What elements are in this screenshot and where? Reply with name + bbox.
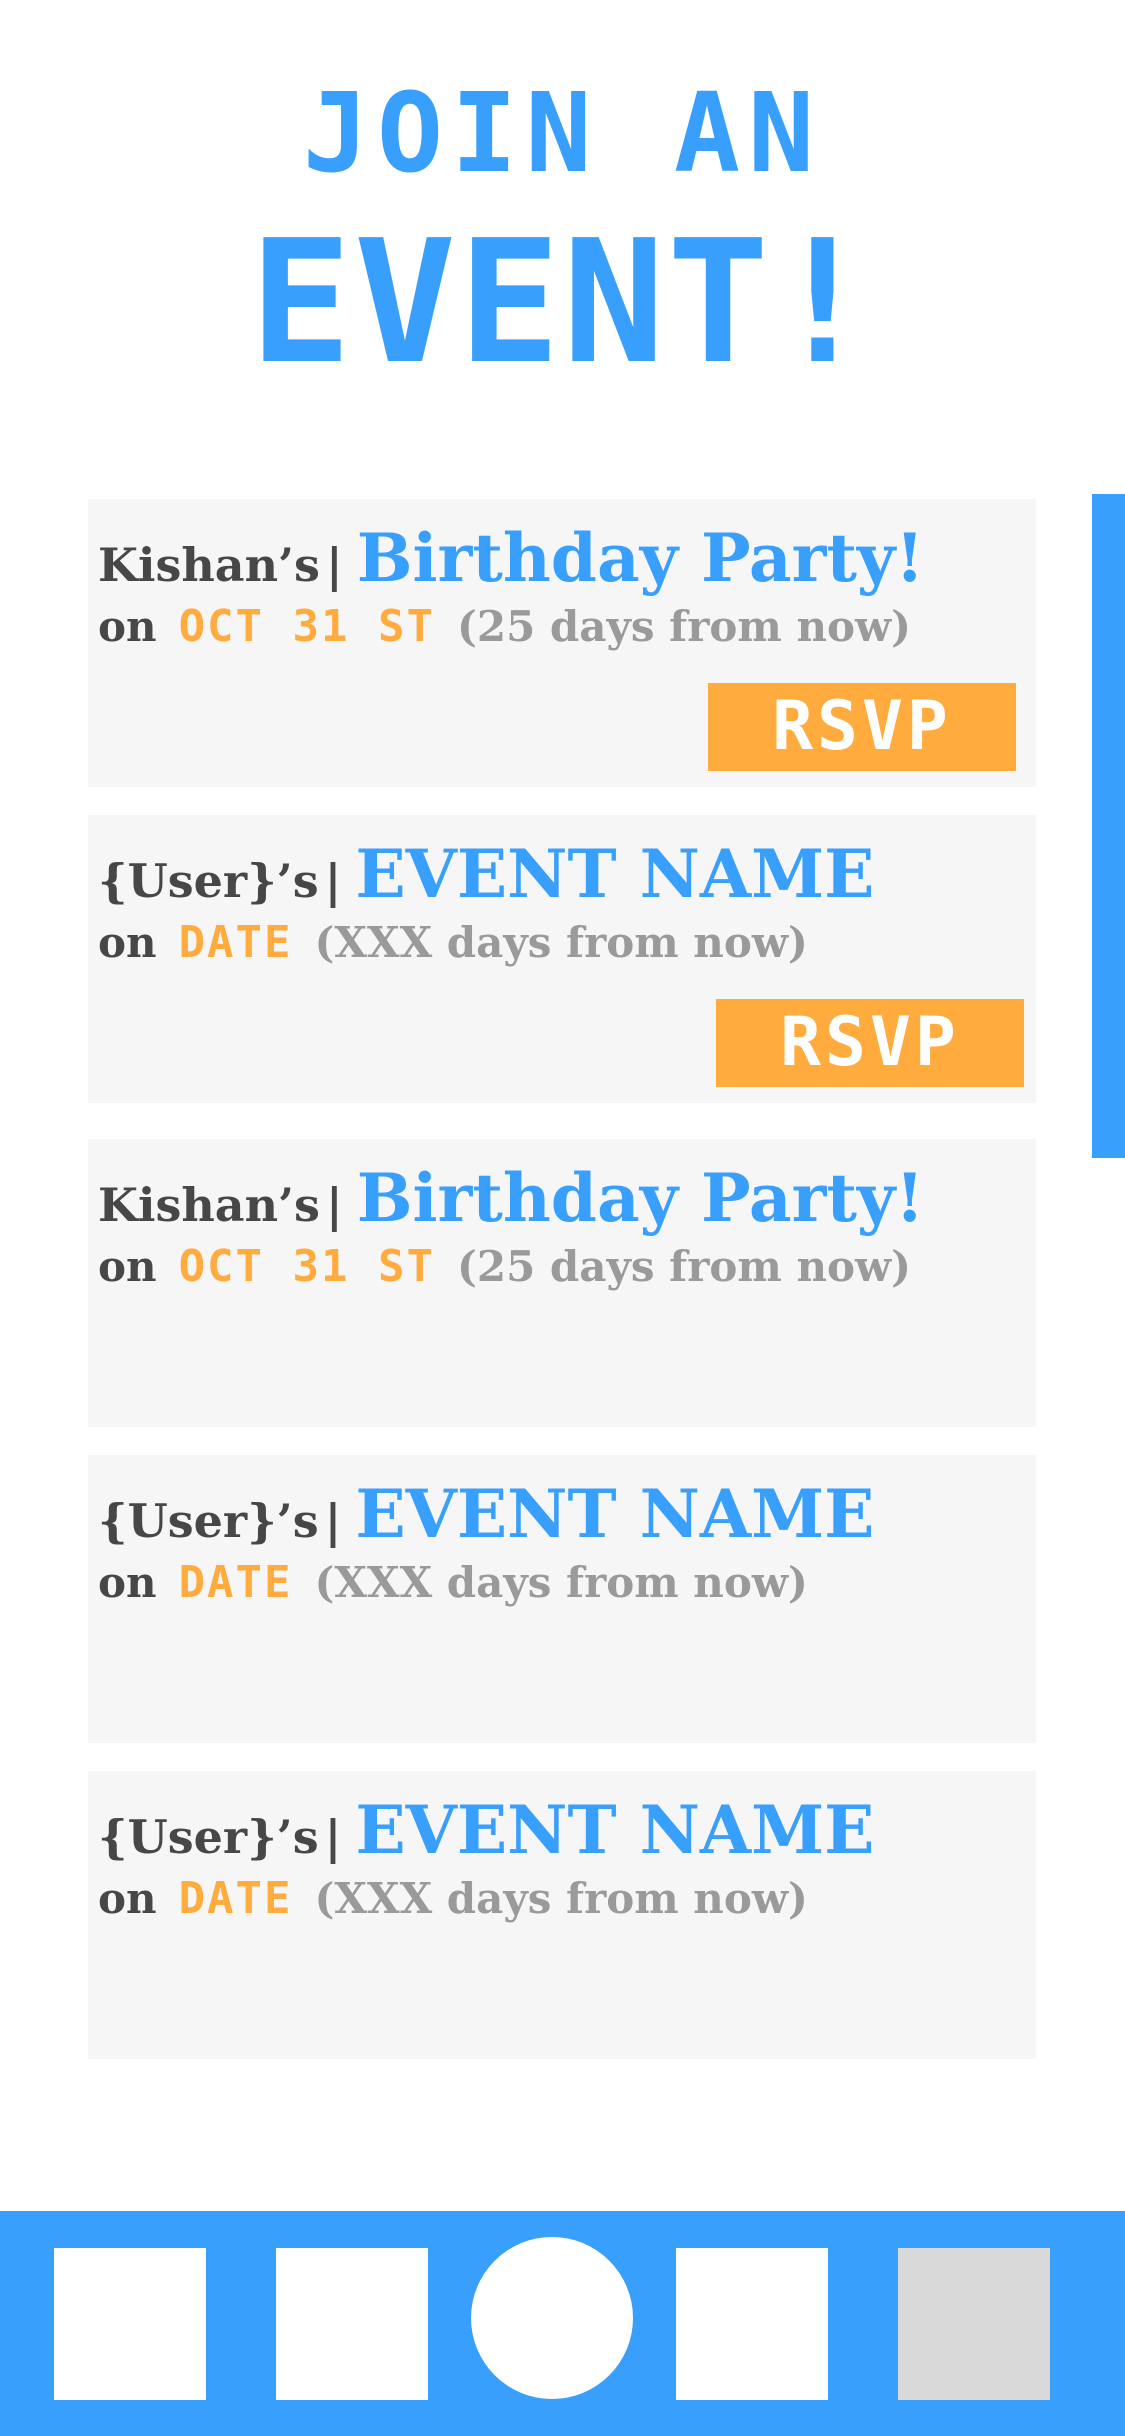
page-title-line1: JOIN AN: [302, 69, 823, 197]
event-date: DATE: [178, 1557, 293, 1608]
event-relative-time: (XXX days from now): [314, 1874, 808, 1923]
bottom-nav-bar: [0, 2211, 1125, 2436]
event-relative-time: (25 days from now): [456, 1242, 912, 1291]
event-date: DATE: [178, 1873, 293, 1924]
event-name: EVENT NAME: [355, 1791, 875, 1869]
event-card[interactable]: {User}’s | EVENT NAME on DATE (XXX days from…: [88, 815, 1036, 1103]
event-relative-time: (XXX days from now): [314, 1558, 808, 1607]
event-on-label: on: [98, 918, 157, 967]
event-on-label: on: [98, 602, 157, 651]
event-relative-time: (25 days from now): [456, 602, 912, 651]
event-separator: |: [324, 1494, 342, 1548]
nav-tab-2-icon[interactable]: [276, 2248, 428, 2400]
event-separator: |: [324, 854, 342, 908]
event-name: Birthday Party!: [356, 519, 925, 597]
event-host: Kishan’s: [98, 538, 320, 592]
event-host: {User}’s: [98, 1810, 319, 1864]
event-host: {User}’s: [98, 854, 319, 908]
event-name: Birthday Party!: [356, 1159, 925, 1237]
nav-tab-1-icon[interactable]: [54, 2248, 206, 2400]
event-on-label: on: [98, 1874, 157, 1923]
event-on-label: on: [98, 1242, 157, 1291]
event-separator: |: [325, 1178, 343, 1232]
event-host: {User}’s: [98, 1494, 319, 1548]
rsvp-button[interactable]: RSVP: [708, 683, 1016, 771]
page-title-line2: EVENT!: [249, 204, 876, 402]
nav-center-circle-icon[interactable]: [471, 2237, 633, 2399]
event-separator: |: [324, 1810, 342, 1864]
event-date: OCT 31 ST: [178, 601, 435, 652]
event-relative-time: (XXX days from now): [314, 918, 808, 967]
event-name: EVENT NAME: [355, 1475, 875, 1553]
nav-tab-4-icon[interactable]: [676, 2248, 828, 2400]
scrollbar[interactable]: [1092, 494, 1125, 1158]
event-on-label: on: [98, 1558, 157, 1607]
event-card[interactable]: Kishan’s | Birthday Party! on OCT 31 ST (25 …: [88, 1139, 1036, 1427]
event-separator: |: [325, 538, 343, 592]
event-card[interactable]: {User}’s | EVENT NAME on DATE (XXX days from…: [88, 1771, 1036, 2059]
event-card[interactable]: {User}’s | EVENT NAME on DATE (XXX days from…: [88, 1455, 1036, 1743]
nav-tab-5-icon[interactable]: [898, 2248, 1050, 2400]
event-name: EVENT NAME: [355, 835, 875, 913]
event-host: Kishan’s: [98, 1178, 320, 1232]
event-date: OCT 31 ST: [178, 1241, 435, 1292]
event-date: DATE: [178, 917, 293, 968]
rsvp-button[interactable]: RSVP: [716, 999, 1024, 1087]
event-card[interactable]: Kishan’s | Birthday Party! on OCT 31 ST (25 …: [88, 499, 1036, 787]
